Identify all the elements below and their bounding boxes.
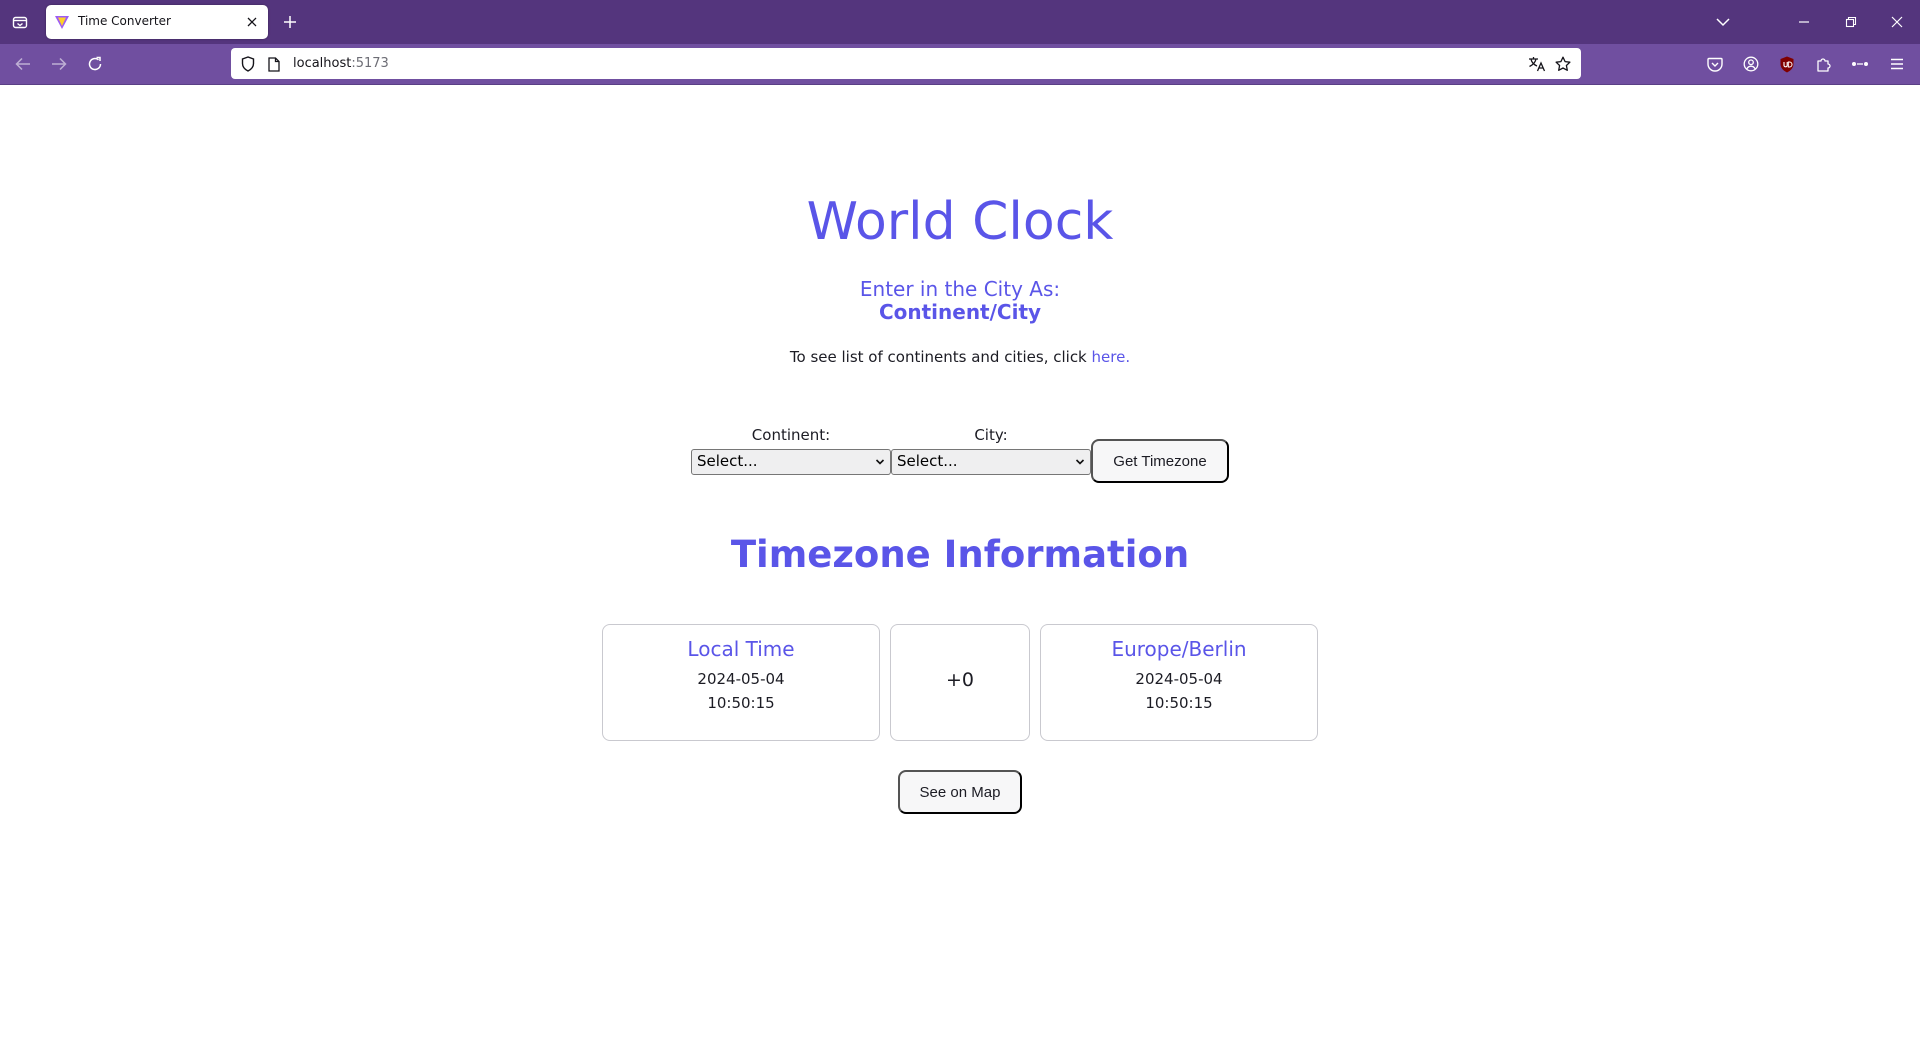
hint-text: To see list of continents and cities, cl… xyxy=(0,350,1920,365)
get-timezone-button[interactable]: Get Timezone xyxy=(1091,439,1229,483)
city-select-value: Select... xyxy=(897,452,958,470)
url-port: :5173 xyxy=(351,56,389,71)
continent-label: Continent: xyxy=(751,426,831,444)
local-date: 2024-05-04 xyxy=(697,670,785,688)
page-title: World Clock xyxy=(806,192,1114,252)
chevron-down-icon[interactable] xyxy=(1712,12,1734,32)
remote-time: 10:50:15 xyxy=(1145,694,1213,712)
city-select[interactable]: Select... xyxy=(891,449,1091,475)
remote-time-heading: Europe/Berlin xyxy=(1111,637,1247,661)
hamburger-menu-icon[interactable] xyxy=(1886,54,1908,74)
account-icon[interactable] xyxy=(1740,54,1762,74)
hint-text-body: To see list of continents and cities, cl… xyxy=(789,348,1092,366)
browser-tab-bar: Time Converter xyxy=(0,0,1920,44)
browser-tab-active[interactable]: Time Converter xyxy=(46,5,268,39)
format-hint: Continent/City xyxy=(878,300,1042,324)
page-content: World Clock Enter in the City As: Contin… xyxy=(0,86,1920,1039)
url-bar[interactable]: localhost:5173 xyxy=(231,48,1581,79)
minimize-icon[interactable] xyxy=(1793,12,1815,32)
continent-select-value: Select... xyxy=(697,452,758,470)
url-text[interactable]: localhost:5173 xyxy=(293,56,389,71)
see-on-map-button[interactable]: See on Map xyxy=(898,770,1022,814)
local-time: 10:50:15 xyxy=(707,694,775,712)
back-arrow-icon[interactable] xyxy=(12,54,34,74)
remote-date: 2024-05-04 xyxy=(1135,670,1223,688)
offset-value: +0 xyxy=(945,669,974,691)
plus-icon[interactable] xyxy=(279,12,301,32)
tab-list-icon[interactable] xyxy=(8,12,32,32)
restore-icon[interactable] xyxy=(1840,12,1862,32)
vite-favicon-icon xyxy=(55,16,69,29)
local-time-card: Local Time 2024-05-04 10:50:15 xyxy=(602,624,880,741)
tab-close-icon[interactable] xyxy=(242,12,262,32)
offset-card: +0 xyxy=(890,624,1030,741)
ublock-icon[interactable] xyxy=(1776,54,1798,74)
shield-icon[interactable] xyxy=(239,55,257,73)
browser-nav-bar: localhost:5173 xyxy=(0,44,1920,85)
star-icon[interactable] xyxy=(1553,54,1573,74)
local-time-heading: Local Time xyxy=(687,637,795,661)
chevron-down-icon xyxy=(1075,459,1085,465)
reload-icon[interactable] xyxy=(84,54,106,74)
tab-title: Time Converter xyxy=(78,14,171,28)
url-host: localhost xyxy=(293,56,352,71)
forward-arrow-icon[interactable] xyxy=(48,54,70,74)
instruction-line: Enter in the City As: xyxy=(859,277,1061,301)
pocket-icon[interactable] xyxy=(1704,54,1726,74)
close-icon[interactable] xyxy=(1886,12,1908,32)
translate-icon[interactable] xyxy=(1527,54,1547,74)
chevron-down-icon xyxy=(875,459,885,465)
continent-select[interactable]: Select... xyxy=(691,449,891,475)
page-icon[interactable] xyxy=(265,55,283,73)
cities-list-link[interactable]: here. xyxy=(1092,348,1131,366)
timezone-info-title: Timezone Information xyxy=(730,533,1190,576)
overflow-icon[interactable] xyxy=(1849,54,1871,74)
puzzle-icon[interactable] xyxy=(1813,54,1835,74)
remote-time-card: Europe/Berlin 2024-05-04 10:50:15 xyxy=(1040,624,1318,741)
city-label: City: xyxy=(974,426,1008,444)
